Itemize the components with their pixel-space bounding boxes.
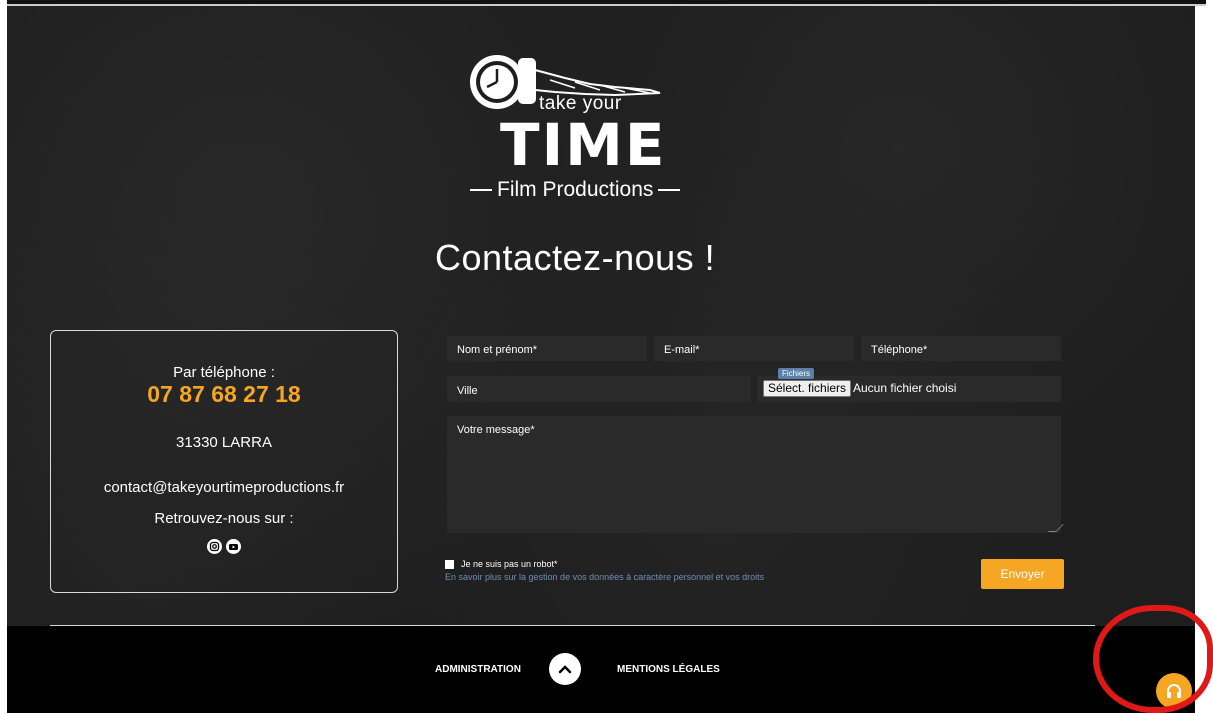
page-title: Contactez-nous ! — [435, 237, 716, 278]
phone-field[interactable]: Téléphone* — [861, 336, 1061, 361]
chevron-up-icon — [558, 665, 572, 674]
submit-button[interactable]: Envoyer — [981, 559, 1064, 589]
logo-wordmark: TIME — [500, 111, 667, 179]
file-status: Aucun fichier choisi — [853, 381, 957, 395]
site-logo[interactable]: take your TIME Film Productions — [455, 40, 685, 210]
robot-label: Je ne suis pas un robot* — [461, 559, 558, 569]
file-select-button[interactable]: Sélect. fichiers — [763, 380, 852, 397]
email-link[interactable]: contact@takeyourtimeproductions.fr — [51, 479, 397, 496]
social-links — [51, 539, 397, 554]
robot-checkbox[interactable] — [445, 560, 454, 569]
phone-number[interactable]: 07 87 68 27 18 — [51, 381, 397, 408]
scroll-to-top-button[interactable] — [549, 653, 581, 685]
phone-label: Par téléphone : — [173, 364, 275, 381]
message-field[interactable]: Votre message* — [447, 416, 1061, 533]
right-margin — [1195, 6, 1213, 713]
contact-info-card: Par téléphone : 07 87 68 27 18 31330 LAR… — [50, 330, 398, 593]
logo-subtitle-text: Film Productions — [497, 178, 654, 201]
footer — [7, 626, 1195, 713]
instagram-icon[interactable] — [207, 539, 222, 554]
annotation-circle — [1093, 605, 1213, 713]
follow-label: Retrouvez-nous sur : — [154, 510, 294, 527]
logo-subtitle: Film Productions — [465, 178, 685, 202]
privacy-link[interactable]: En savoir plus sur la gestion de vos don… — [445, 572, 764, 582]
footer-admin-link[interactable]: ADMINISTRATION — [435, 664, 521, 675]
city-field[interactable]: Ville — [447, 376, 751, 402]
youtube-icon[interactable] — [226, 539, 241, 554]
address: 31330 LARRA — [176, 434, 272, 451]
email-field[interactable]: E-mail* — [654, 336, 854, 361]
name-field[interactable]: Nom et prénom* — [447, 336, 647, 361]
file-tag: Fichiers — [778, 368, 815, 379]
footer-legal-link[interactable]: MENTIONS LÉGALES — [617, 664, 720, 675]
